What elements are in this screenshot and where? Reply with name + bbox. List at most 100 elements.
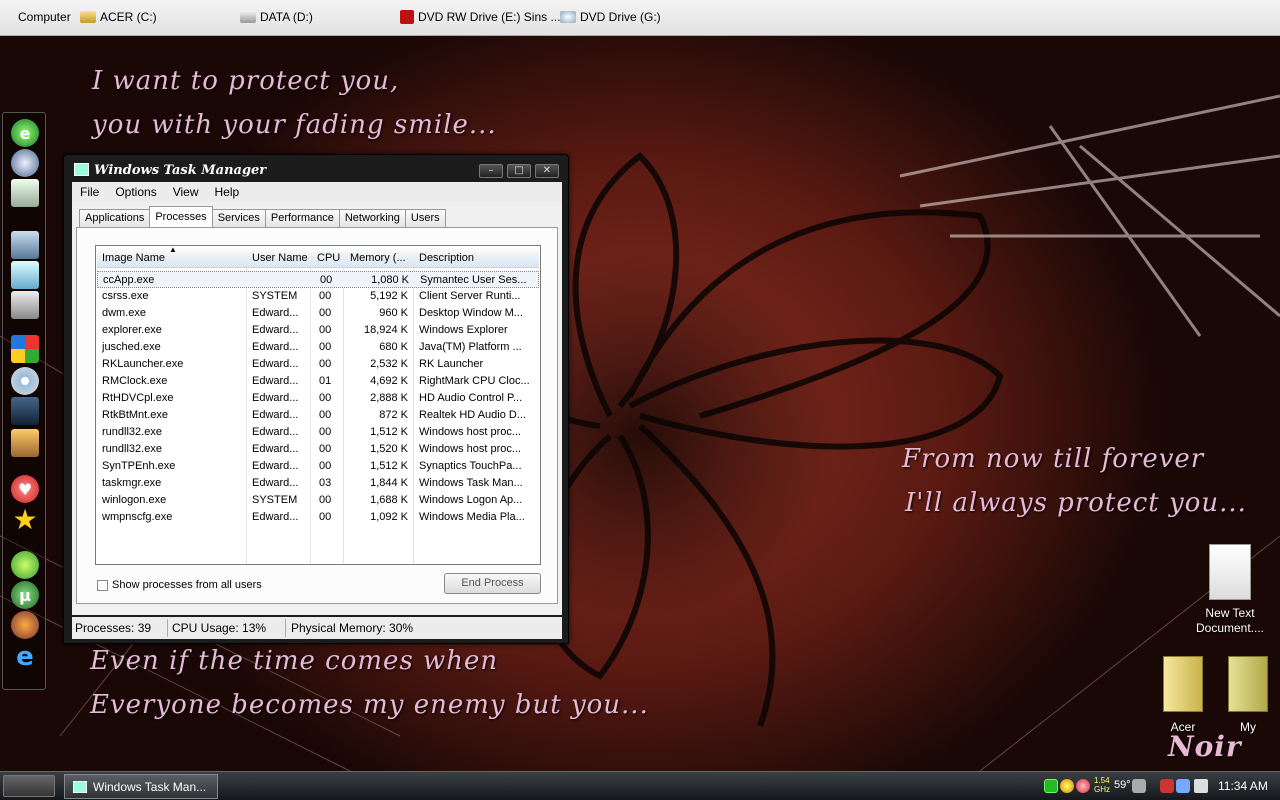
desktop-icon-new-text-document[interactable]: New Text Document....	[1192, 544, 1268, 636]
utorrent-icon[interactable]: µ	[11, 581, 39, 609]
table-row[interactable]: rundll32.exe Edward... 00 1,520 K Windows ho…	[97, 441, 539, 458]
cell-user: Edward...	[252, 341, 299, 353]
cd-icon[interactable]	[11, 367, 39, 395]
tab-processes[interactable]: Processes	[149, 206, 213, 227]
drive-tray-icon[interactable]	[1132, 779, 1146, 793]
heart-icon[interactable]: ♥	[11, 475, 39, 503]
table-row[interactable]: wmpnscfg.exe Edward... 00 1,092 K Windows Me…	[97, 509, 539, 526]
security-icon[interactable]	[1160, 779, 1174, 793]
column-description[interactable]: Description	[419, 252, 474, 264]
flower-icon[interactable]	[1076, 779, 1090, 793]
clock[interactable]: 11:34 AM	[1218, 779, 1268, 793]
text-document-icon	[1209, 544, 1251, 600]
cell-cpu: 00	[319, 494, 332, 506]
menu-options[interactable]: Options	[107, 185, 164, 199]
cell-mem: 5,192 K	[370, 290, 408, 302]
poem-top-line-2: you with your fading smile...	[92, 110, 497, 140]
table-row[interactable]: winlogon.exe SYSTEM 00 1,688 K Windows Logon…	[97, 492, 539, 509]
cell-mem: 872 K	[379, 409, 408, 421]
photo-icon[interactable]	[11, 429, 39, 457]
folder-icon	[1163, 656, 1203, 712]
tab-networking[interactable]: Networking	[338, 209, 406, 227]
network-connection-icon[interactable]	[1176, 779, 1190, 793]
status-bar: Processes: 39 CPU Usage: 13% Physical Me…	[72, 617, 562, 639]
tab-services[interactable]: Services	[211, 209, 266, 227]
ie-green-icon[interactable]: e	[11, 119, 39, 147]
cell-mem: 1,092 K	[370, 511, 408, 523]
table-row[interactable]: csrss.exe SYSTEM 00 5,192 K Client Server Ru…	[97, 288, 539, 305]
table-row[interactable]: rundll32.exe Edward... 00 1,512 K Windows ho…	[97, 424, 539, 441]
menu-view[interactable]: View	[165, 185, 207, 199]
poem-right-line-1: From now till forever	[902, 444, 1205, 474]
drive-d[interactable]: DATA (D:)	[240, 10, 313, 24]
recycle-bin-icon[interactable]	[11, 179, 39, 207]
cell-image: jusched.exe	[102, 341, 161, 353]
column-user-name[interactable]: User Name	[252, 252, 308, 264]
cell-image: RKLauncher.exe	[102, 358, 184, 370]
cell-cpu: 03	[319, 477, 332, 489]
calculator-icon[interactable]	[11, 231, 39, 259]
ie-icon[interactable]: e	[11, 642, 39, 672]
drive-e[interactable]: DVD RW Drive (E:) Sins ...	[400, 10, 560, 24]
menu-file[interactable]: File	[72, 185, 107, 199]
drive-computer[interactable]: Computer	[18, 10, 71, 24]
tab-performance[interactable]: Performance	[264, 209, 340, 227]
table-row[interactable]: RtHDVCpl.exe Edward... 00 2,888 K HD Audio C…	[97, 390, 539, 407]
drive-c[interactable]: ACER (C:)	[80, 10, 157, 24]
column-image-name[interactable]: Image Name	[102, 252, 165, 264]
status-processes: Processes: 39	[75, 621, 152, 635]
volume-icon[interactable]	[1194, 779, 1208, 793]
show-all-users-checkbox[interactable]: Show processes from all users	[97, 579, 262, 591]
cell-user: Edward...	[252, 511, 299, 523]
start-button[interactable]	[3, 775, 55, 797]
cell-cpu: 00	[319, 341, 332, 353]
cell-user: Edward...	[252, 324, 299, 336]
notepad-icon[interactable]	[11, 261, 39, 289]
table-row[interactable]: RKLauncher.exe Edward... 00 2,532 K RK Launc…	[97, 356, 539, 373]
cell-mem: 1,844 K	[370, 477, 408, 489]
table-row[interactable]: ccApp.exe 00 1,080 K Symantec User Ses...	[97, 271, 539, 288]
tools-icon[interactable]	[11, 291, 39, 319]
table-row[interactable]: jusched.exe Edward... 00 680 K Java(TM) Plat…	[97, 339, 539, 356]
desktop-icon-acer[interactable]: Acer	[1156, 656, 1210, 735]
utorrent-green-icon[interactable]	[11, 551, 39, 579]
smiley-icon[interactable]	[1060, 779, 1074, 793]
cell-mem: 1,688 K	[370, 494, 408, 506]
cell-mem: 2,888 K	[370, 392, 408, 404]
network-icon[interactable]	[1044, 779, 1058, 793]
table-row[interactable]: taskmgr.exe Edward... 03 1,844 K Windows Tas…	[97, 475, 539, 492]
drive-g[interactable]: DVD Drive (G:)	[560, 10, 661, 24]
table-row[interactable]: SynTPEnh.exe Edward... 00 1,512 K Synaptics …	[97, 458, 539, 475]
cell-mem: 1,512 K	[370, 426, 408, 438]
firefox-icon[interactable]	[11, 611, 39, 639]
column-memory[interactable]: Memory (...	[350, 252, 406, 264]
checkbox-box[interactable]	[97, 579, 108, 591]
folder-icon	[1228, 656, 1268, 712]
maximize-button[interactable]: □	[507, 164, 531, 178]
dvd-drive-icon	[560, 11, 576, 23]
cell-mem: 960 K	[379, 307, 408, 319]
processes-panel: Image Name ▲ User Name CPU Memory (... D…	[76, 227, 558, 604]
process-list[interactable]: Image Name ▲ User Name CPU Memory (... D…	[95, 245, 541, 565]
media-icon[interactable]	[11, 397, 39, 425]
table-row[interactable]: explorer.exe Edward... 00 18,924 K Windows E…	[97, 322, 539, 339]
cell-desc: Realtek HD Audio D...	[419, 409, 526, 421]
globe-icon[interactable]	[11, 149, 39, 177]
close-button[interactable]: ✕	[535, 164, 559, 178]
column-cpu[interactable]: CPU	[317, 252, 340, 264]
windows-icon[interactable]	[11, 335, 39, 363]
tab-users[interactable]: Users	[404, 209, 446, 227]
end-process-button[interactable]: End Process	[444, 573, 541, 594]
table-row[interactable]: dwm.exe Edward... 00 960 K Desktop Window M.…	[97, 305, 539, 322]
star-icon[interactable]: ★	[11, 503, 39, 536]
desktop-icon-my[interactable]: My	[1220, 656, 1276, 735]
cell-image: dwm.exe	[102, 307, 147, 319]
table-row[interactable]: RtkBtMnt.exe Edward... 00 872 K Realtek HD A…	[97, 407, 539, 424]
tab-applications[interactable]: Applications	[79, 209, 151, 227]
cell-mem: 1,080 K	[371, 274, 409, 286]
minimize-button[interactable]: –	[479, 164, 503, 178]
cell-image: RtHDVCpl.exe	[102, 392, 174, 404]
taskbar-task-manager-button[interactable]: Windows Task Man...	[64, 774, 218, 799]
table-row[interactable]: RMClock.exe Edward... 01 4,692 K RightMark C…	[97, 373, 539, 390]
menu-help[interactable]: Help	[207, 185, 248, 199]
